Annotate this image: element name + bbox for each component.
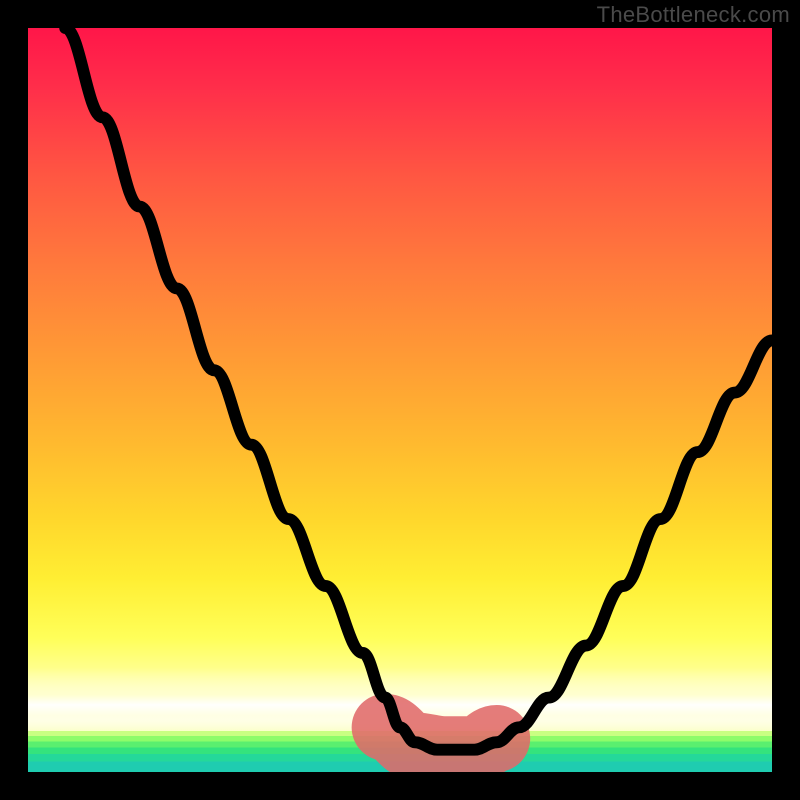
chart-frame: TheBottleneck.com	[0, 0, 800, 800]
watermark-text: TheBottleneck.com	[597, 2, 790, 28]
curve-layer	[28, 28, 772, 772]
plot-area	[28, 28, 772, 772]
v-curve-path	[65, 28, 772, 750]
